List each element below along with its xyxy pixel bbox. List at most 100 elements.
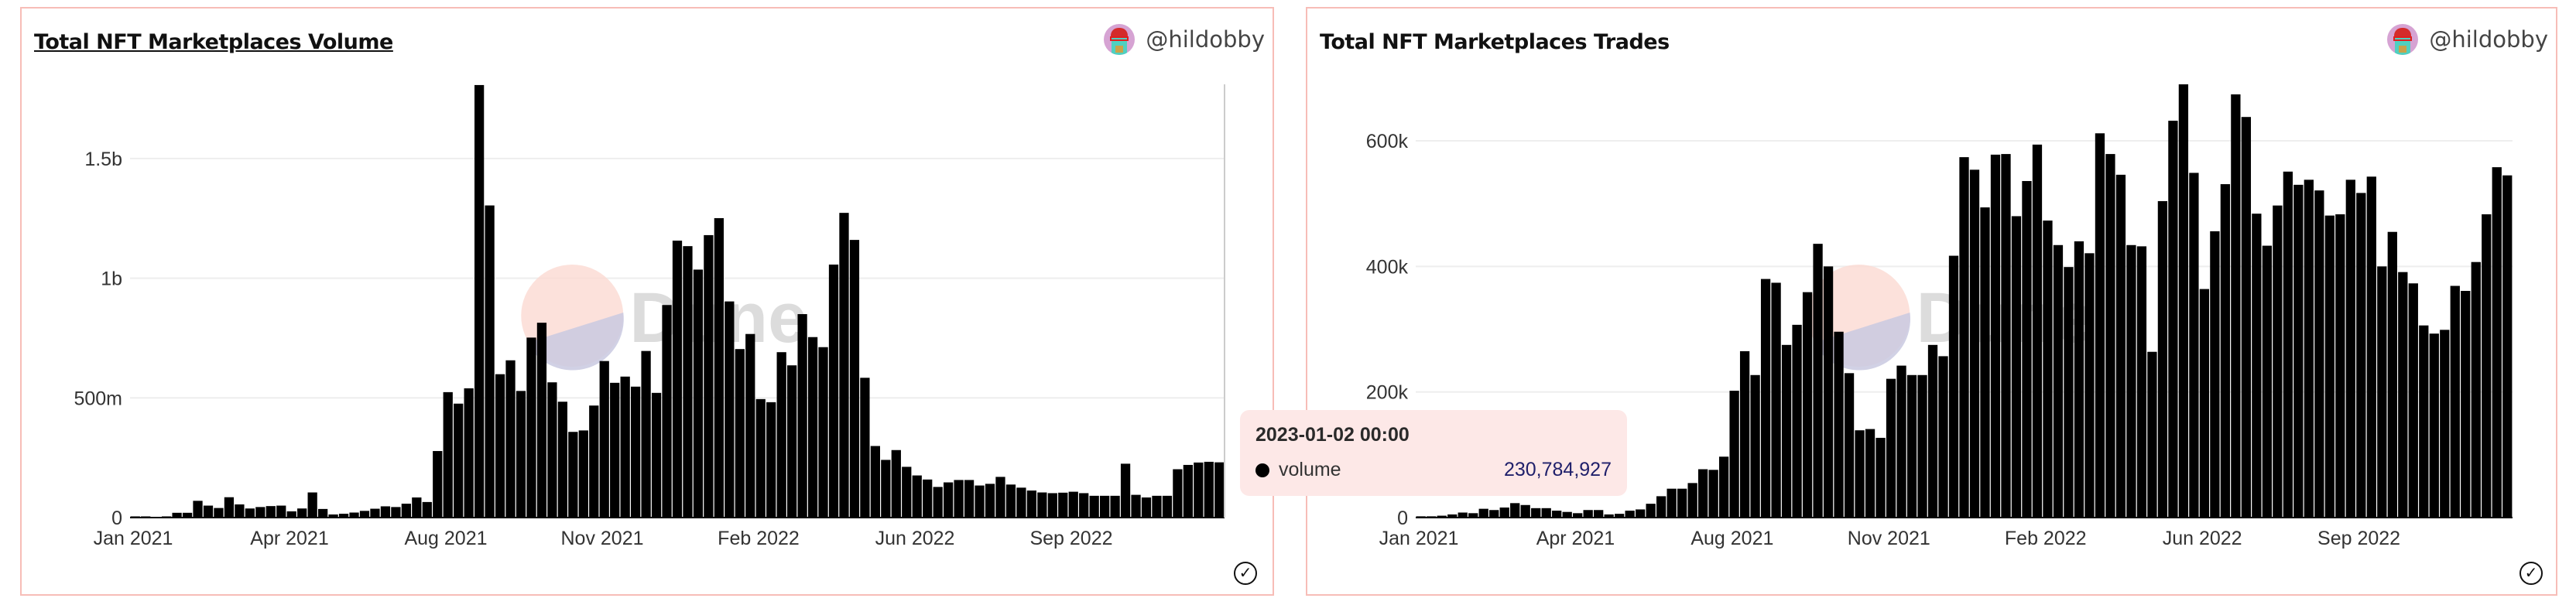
- bar: [1499, 508, 1509, 518]
- bar: [1927, 344, 1938, 518]
- bar: [1823, 266, 1834, 518]
- bar: [1541, 508, 1551, 518]
- bar: [2345, 179, 2355, 518]
- bar: [1489, 510, 1499, 518]
- bar: [2482, 214, 2492, 518]
- bar: [2210, 231, 2220, 518]
- bar: [2262, 245, 2273, 518]
- bar: [1906, 374, 1917, 518]
- chart-tooltip: 2023-01-02 00:00 volume 230,784,927: [1240, 410, 1627, 496]
- bar: [2356, 193, 2366, 518]
- bar: [2043, 220, 2053, 518]
- bar: [1708, 470, 1718, 518]
- bar: [2199, 289, 2210, 518]
- bar: [2105, 154, 2115, 518]
- y-tick-label: 200k: [1366, 382, 1409, 404]
- bar: [1760, 279, 1771, 518]
- bar: [1531, 508, 1541, 518]
- bar: [1865, 429, 1875, 518]
- bar: [1980, 207, 1990, 518]
- bar: [1520, 504, 1530, 518]
- bar: [2115, 174, 2126, 518]
- x-tick-label: Jun 2022: [2163, 528, 2242, 549]
- bar: [2502, 175, 2513, 518]
- bar: [1739, 350, 1750, 518]
- bar: [2011, 216, 2022, 518]
- bar: [1802, 292, 1813, 518]
- bar: [2157, 200, 2168, 518]
- bar: [2189, 173, 2199, 518]
- bar: [1687, 483, 1697, 518]
- bar: [2440, 330, 2450, 518]
- bar: [1667, 488, 1677, 518]
- bar: [2335, 214, 2345, 518]
- bar: [2366, 176, 2376, 518]
- bar: [2408, 283, 2418, 518]
- bar: [2461, 291, 2471, 518]
- bar: [1875, 437, 1886, 518]
- bar: [1813, 244, 1823, 518]
- y-tick-label: 600k: [1366, 131, 1409, 152]
- bar: [2492, 167, 2502, 518]
- bar: [2231, 94, 2241, 518]
- bar: [1677, 488, 1687, 518]
- bar: [1646, 504, 1656, 518]
- bar: [2178, 84, 2189, 518]
- x-tick-label: Feb 2022: [2005, 528, 2087, 549]
- bar: [1718, 456, 1729, 518]
- bar: [2022, 180, 2032, 518]
- x-tick-label: Apr 2021: [1536, 528, 1615, 549]
- bar: [1834, 331, 1844, 518]
- bar: [2293, 184, 2304, 518]
- bar: [2168, 121, 2178, 518]
- bar: [1594, 510, 1604, 518]
- bar: [2147, 351, 2157, 518]
- bar: [1771, 282, 1781, 518]
- x-tick-label: Sep 2022: [2317, 528, 2400, 549]
- bar: [1896, 365, 1906, 518]
- tooltip-date: 2023-01-02 00:00: [1255, 424, 1410, 446]
- bar: [2429, 333, 2439, 518]
- bar: [1938, 356, 1948, 518]
- x-tick-label: Aug 2021: [1690, 528, 1773, 549]
- bar: [2324, 215, 2334, 518]
- bar: [2252, 214, 2262, 518]
- y-tick-label: 400k: [1366, 256, 1409, 278]
- tooltip-value: 230,784,927: [1503, 459, 1612, 480]
- bar: [2220, 184, 2231, 518]
- bar: [2314, 190, 2324, 518]
- bar: [2304, 179, 2314, 518]
- bar: [2053, 244, 2064, 518]
- bar: [1990, 154, 2001, 518]
- bar: [1697, 469, 1708, 518]
- bar: [1948, 255, 1959, 518]
- bar: [1781, 344, 1792, 518]
- bar: [1636, 509, 1646, 518]
- bar: [1583, 510, 1593, 518]
- bar: [1917, 374, 1927, 518]
- bar: [1729, 391, 1739, 518]
- bar: [1562, 511, 1572, 518]
- bar: [2126, 244, 2136, 518]
- bar: [2136, 246, 2147, 518]
- y-tick-label: 0: [1397, 508, 1408, 529]
- bar: [2398, 272, 2408, 518]
- bar: [2241, 117, 2252, 518]
- bar: [1478, 508, 1488, 518]
- bar: [2064, 267, 2074, 518]
- bar: [2032, 144, 2043, 518]
- bar: [2001, 154, 2011, 518]
- trades-bar-chart: 0200k400k600kDuneJan 2021Apr 2021Aug 202…: [1366, 84, 2513, 549]
- bar: [1656, 496, 1667, 518]
- bar: [1792, 324, 1802, 518]
- bar: [2471, 261, 2481, 518]
- bar: [2273, 205, 2283, 518]
- bar: [1959, 157, 1969, 518]
- bar: [2095, 133, 2105, 518]
- x-tick-label: Jan 2021: [1379, 528, 1459, 549]
- bar: [1886, 378, 1896, 518]
- bar: [2450, 285, 2460, 518]
- bar: [1750, 374, 1760, 518]
- bar: [2084, 253, 2095, 518]
- bar: [1625, 511, 1635, 518]
